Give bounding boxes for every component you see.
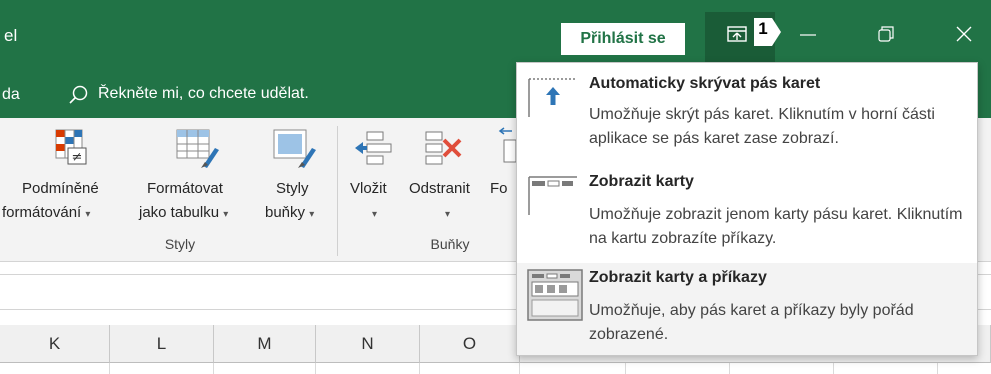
ribbon-tab-fragment[interactable]: da <box>2 86 20 104</box>
cell-styles-label-1: Styly <box>276 180 309 197</box>
search-icon <box>69 85 88 104</box>
dropdown-arrow-icon: ▾ <box>445 209 451 220</box>
tell-me-text: Řekněte mi, co chcete udělat. <box>98 85 309 102</box>
restore-button[interactable] <box>866 16 906 52</box>
menu-item-title: Zobrazit karty <box>589 173 694 190</box>
cell-styles-icon <box>273 129 316 168</box>
restore-icon <box>878 26 894 42</box>
sign-in-button[interactable]: Přihlásit se <box>561 23 685 55</box>
show-tabs-icon <box>528 176 577 215</box>
menu-item-show-tabs-and-commands[interactable]: Zobrazit karty a příkazy Umožňuje, aby p… <box>517 263 977 355</box>
cell-styles-label-2: buňky ▾ <box>265 204 315 221</box>
auto-hide-ribbon-icon <box>528 78 577 117</box>
menu-item-title: Zobrazit karty a příkazy <box>589 269 767 286</box>
app-title: el <box>4 26 18 45</box>
column-header-l[interactable]: L <box>110 325 214 363</box>
dropdown-arrow-icon: ▾ <box>372 209 378 220</box>
dropdown-arrow-icon: ▾ <box>223 209 229 220</box>
menu-item-description: Umožňuje, aby pás karet a příkazy byly p… <box>589 302 914 343</box>
dropdown-arrow-icon: ▾ <box>85 209 91 220</box>
show-tabs-and-commands-icon <box>527 269 583 321</box>
ribbon-display-options-menu: Automaticky skrývat pás karet Umožňuje s… <box>516 62 978 356</box>
insert-cells-label: Vložit <box>350 180 387 197</box>
grid-cell[interactable] <box>110 363 214 374</box>
close-icon <box>956 26 972 42</box>
grid-cell[interactable] <box>316 363 420 374</box>
group-separator <box>337 126 338 256</box>
styles-group-label: Styly <box>164 236 196 252</box>
grid-cell[interactable] <box>520 363 626 374</box>
format-cells-label: Fo <box>490 180 508 197</box>
ribbon-display-options-icon <box>727 26 747 42</box>
format-as-table-icon <box>176 129 219 168</box>
grid-cell[interactable] <box>0 363 110 374</box>
menu-item-description: Umožňuje skrýt pás karet. Kliknutím v ho… <box>589 106 935 147</box>
svg-text:≠: ≠ <box>72 150 83 165</box>
grid-cell[interactable] <box>730 363 834 374</box>
delete-cells-label: Odstranit <box>409 180 470 197</box>
dropdown-arrow-icon: ▾ <box>309 209 315 220</box>
menu-item-description: Umožňuje zobrazit jenom karty pásu karet… <box>589 206 963 247</box>
format-cells-icon <box>498 127 516 163</box>
column-header-k[interactable]: K <box>0 325 110 363</box>
grid-cell[interactable] <box>834 363 938 374</box>
conditional-formatting-label-2: formátování ▾ <box>2 204 91 221</box>
menu-item-auto-hide-ribbon[interactable]: Automaticky skrývat pás karet Umožňuje s… <box>517 69 977 165</box>
column-header-m[interactable]: M <box>214 325 316 363</box>
callout-number: 1 <box>758 19 768 38</box>
minimize-icon <box>800 34 816 36</box>
minimize-button[interactable] <box>788 16 828 52</box>
delete-cells-icon <box>425 131 462 165</box>
insert-cells-icon <box>355 131 392 165</box>
grid-cell[interactable] <box>420 363 520 374</box>
menu-item-show-tabs[interactable]: Zobrazit karty Umožňuje zobrazit jenom k… <box>517 167 977 263</box>
grid-cell[interactable] <box>214 363 316 374</box>
cells-group-label: Buňky <box>430 236 470 252</box>
conditional-formatting-label-1: Podmíněné <box>22 180 99 197</box>
menu-item-title: Automaticky skrývat pás karet <box>589 75 821 92</box>
grid-cell[interactable] <box>626 363 730 374</box>
format-as-table-label-1: Formátovat <box>147 180 223 197</box>
conditional-formatting-icon: ≠ <box>55 129 87 165</box>
column-header-n[interactable]: N <box>316 325 420 363</box>
format-as-table-label-2: jako tabulku ▾ <box>139 204 229 221</box>
close-button[interactable] <box>944 16 984 52</box>
column-header-o[interactable]: O <box>420 325 520 363</box>
title-bar: el Přihlásit se 1 <box>0 0 991 70</box>
